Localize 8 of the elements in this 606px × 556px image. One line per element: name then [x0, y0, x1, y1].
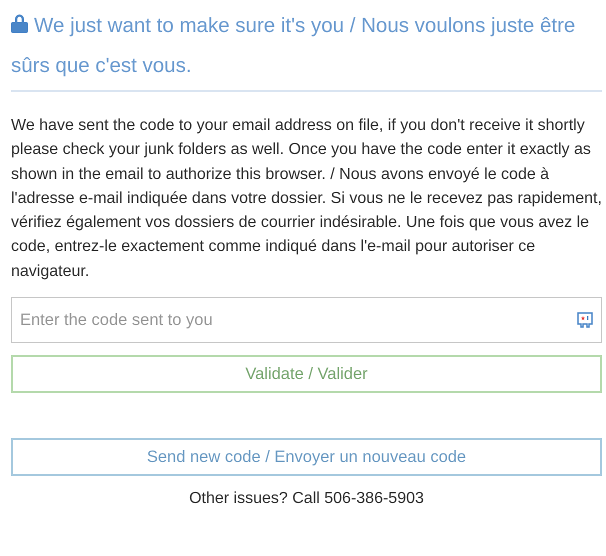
- code-input-field[interactable]: Enter the code sent to you: [11, 297, 602, 344]
- password-key-icon: [576, 311, 594, 330]
- resend-code-button[interactable]: Send new code / Envoyer un nouveau code: [11, 438, 602, 476]
- heading: We just want to make sure it's you / Nous voulons juste être sûrs que c'est vous.: [11, 0, 602, 92]
- instructions-text: We have sent the code to your email address on file, if you don't receive it shortly please check your junk folders as well. Once you have the code enter it exactly as shown in the email to authorize this browser. / Nous avons envoyé le code à l'adresse e-mail indiquée dans votre dossier. Si vous ne le recevez pas rapidement, vérifiez également vos dossiers de courrier indésirable. Une fois que vous avez le code, entrez-le exactement comme indiqué dans l'e-mail pour autoriser ce navigateur.: [11, 116, 602, 282]
- lock-icon: [11, 13, 28, 33]
- validate-button[interactable]: Validate / Valider: [11, 355, 602, 394]
- support-phone-text: Other issues? Call 506-386-5903: [188, 490, 425, 508]
